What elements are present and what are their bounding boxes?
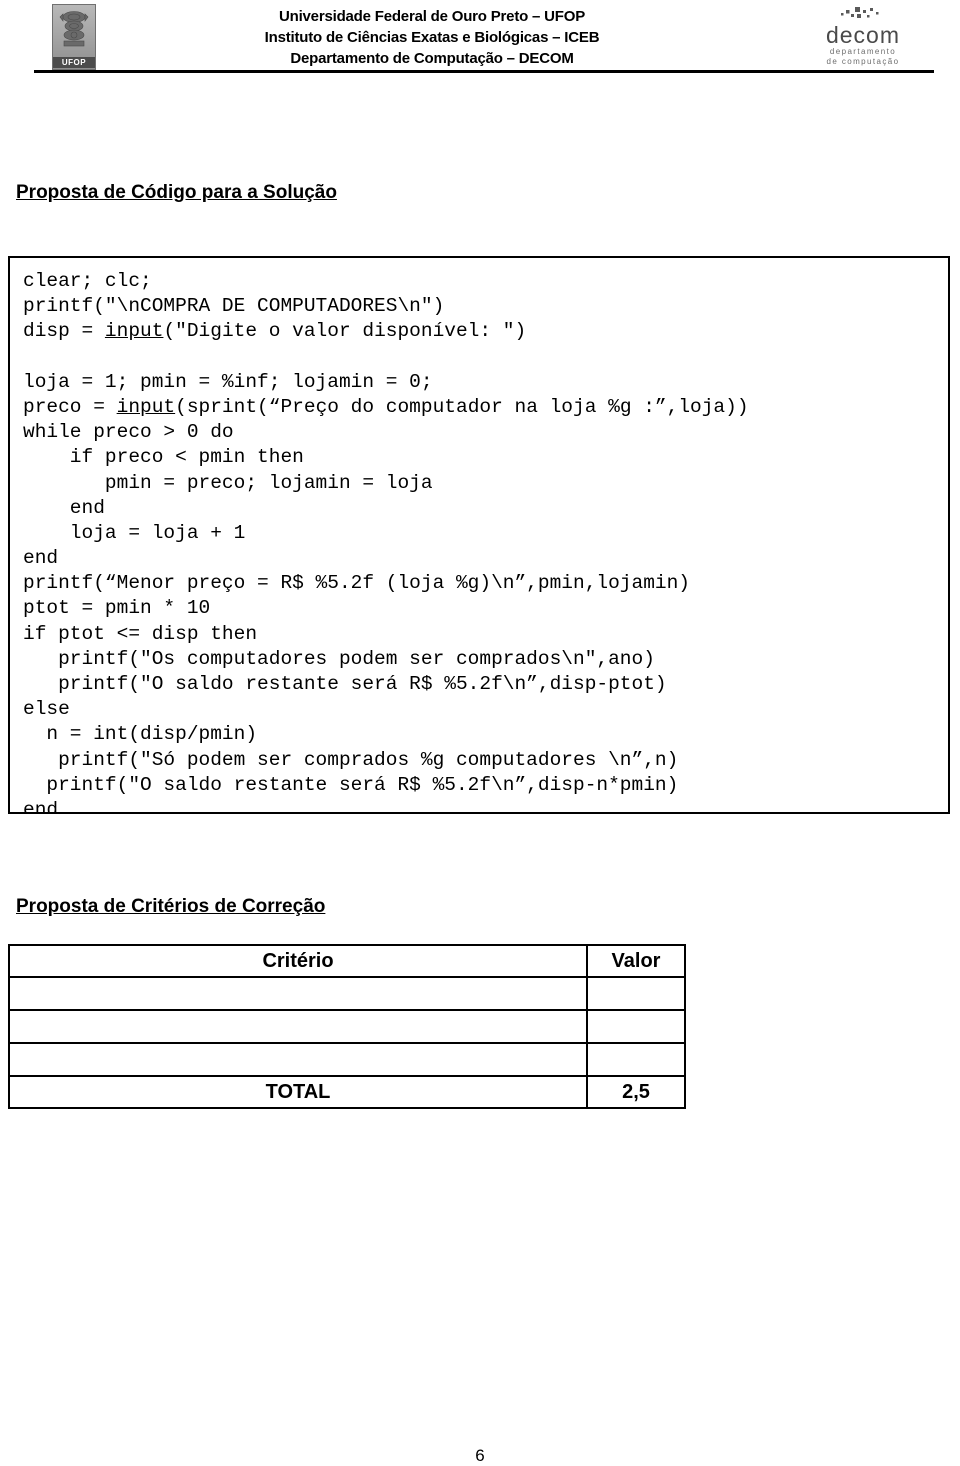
table-row [8,976,686,1011]
table-cell-criterio [8,1009,588,1044]
ufop-seal-icon [59,11,89,47]
ufop-logo: UFOP [52,4,96,70]
code-line: ptot = pmin * 10 [23,597,211,620]
decom-logo-word: decom [825,22,901,48]
page-header: UFOP Universidade Federal de Ouro Preto … [0,0,960,78]
institution-line-2: Instituto de Ciências Exatas e Biológica… [264,29,600,46]
table-total-label: TOTAL [8,1075,588,1109]
code-line: if preco < pmin then [23,446,304,469]
table-total-value: 2,5 [586,1075,686,1109]
decom-logo-sub-2: de computação [826,57,900,66]
code-line: preco = input(sprint(“Preço do computado… [23,395,749,418]
code-line: end [23,547,59,570]
criteria-table: Critério Valor TOTAL 2,5 [8,944,686,1109]
decom-logo-sub-1: departamento [829,47,897,56]
table-cell-criterio [8,976,588,1011]
code-line: printf("O saldo restante será R$ %5.2f\n… [23,673,667,695]
table-cell-valor [586,1009,686,1044]
institution-titles: Universidade Federal de Ouro Preto – UFO… [76,6,788,69]
table-total-row: TOTAL 2,5 [8,1075,686,1109]
code-line: loja = 1; pmin = %inf; lojamin = 0; [23,370,433,393]
table-cell-valor [586,976,686,1011]
table-header-row: Critério Valor [8,944,686,978]
institution-line-3: Departamento de Computação – DECOM [290,50,574,67]
code-line: disp = input("Digite o valor disponível:… [23,320,527,343]
code-line: clear; clc; [23,270,152,292]
section-title-criteria: Proposta de Critérios de Correção [16,896,326,917]
institution-line-1: Universidade Federal de Ouro Preto – UFO… [278,8,586,25]
code-line: printf(“Menor preço = R$ %5.2f (loja %g)… [23,572,691,595]
section-title-code: Proposta de Código para a Solução [16,182,337,203]
code-line: n = int(disp/pmin) [23,723,258,746]
code-lines: clear; clc; printf("\nCOMPRA DE COMPUTADO… [10,258,948,814]
table-header-valor: Valor [586,944,686,978]
code-line: printf("O saldo restante será R$ %5.2f\n… [23,773,679,796]
code-block: clear; clc; printf("\nCOMPRA DE COMPUTADO… [8,256,950,814]
ufop-logo-label: UFOP [53,57,95,68]
code-line: end [23,496,105,519]
code-line: while preco > 0 do [23,421,234,444]
decom-logo: decom departamento de computação [788,6,938,67]
table-row [8,1009,686,1044]
table-row [8,1042,686,1077]
code-line: else [23,698,70,721]
code-line: if ptot <= disp then [23,622,258,645]
page-number: 6 [475,1446,485,1465]
table-cell-valor [586,1042,686,1077]
code-line: printf("\nCOMPRA DE COMPUTADORES\n") [23,295,445,318]
code-line: loja = loja + 1 [23,521,246,544]
code-line: end [23,798,59,814]
code-line: printf("Só podem ser comprados %g comput… [23,748,679,771]
header-divider [34,70,934,73]
code-line: pmin = preco; lojamin = loja [23,471,433,494]
table-header-criterio: Critério [8,944,588,978]
code-line: printf("Os computadores podem ser compra… [23,647,655,670]
table-cell-criterio [8,1042,588,1077]
decom-dots-icon [788,6,938,22]
